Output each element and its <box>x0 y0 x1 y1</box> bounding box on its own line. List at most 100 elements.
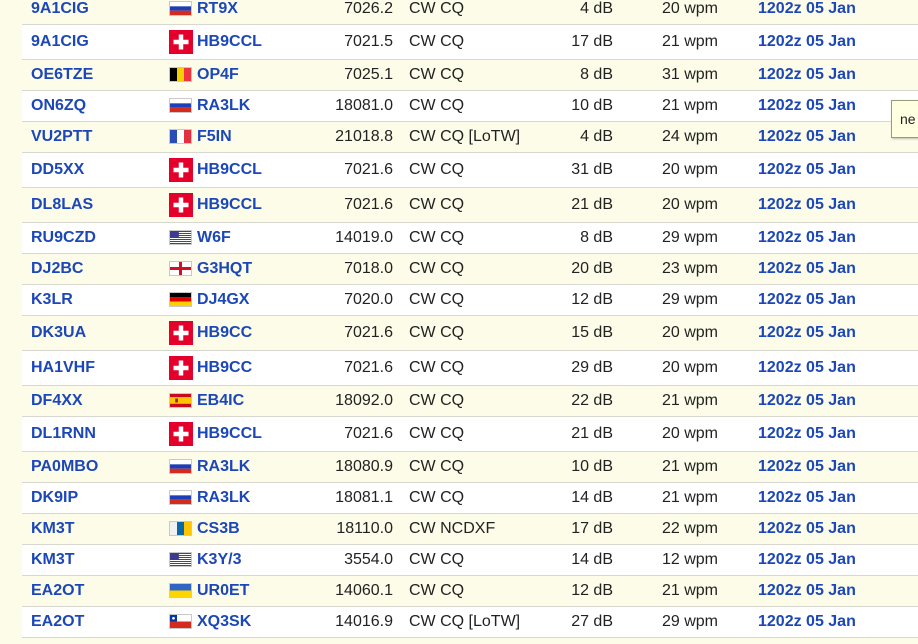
snr-cell: 4 dB <box>563 0 613 25</box>
time-link[interactable]: 1202z 05 Jan <box>758 551 856 568</box>
spotter-callsign-link[interactable]: KM3T <box>31 520 75 537</box>
usa-flag-icon <box>169 552 192 568</box>
speed-cell: 20 wpm <box>613 315 718 351</box>
time-link[interactable]: 1202z 05 Jan <box>758 613 856 630</box>
mode-cell: CW CQ <box>409 315 563 351</box>
switzerland-flag-icon <box>169 321 193 345</box>
flag-cell <box>169 90 197 122</box>
dx-callsign-link[interactable]: HB9CCL <box>197 161 262 178</box>
switzerland-flag-icon <box>169 158 193 182</box>
england-flag-icon <box>169 261 192 277</box>
snr-cell: 4 dB <box>563 121 613 153</box>
snr-cell: 29 dB <box>563 350 613 386</box>
speed-cell: 31 wpm <box>613 59 718 91</box>
switzerland-flag-icon <box>169 422 193 446</box>
dx-callsign-link[interactable]: RT9X <box>197 0 238 17</box>
spotter-callsign-link[interactable]: 9A1CIG <box>31 33 89 50</box>
flag-cell <box>169 253 197 285</box>
spotter-cell: DK3UA <box>22 315 169 351</box>
table-row: DL8LAS HB9CCL 7021.6 CW CQ 21 dB 20 wpm … <box>22 187 918 223</box>
table-row: EA2OT XQ3SK 14016.9 CW CQ [LoTW] 27 dB 2… <box>22 606 918 638</box>
spotter-callsign-link[interactable]: OE6TZE <box>31 66 93 83</box>
dx-callsign-link[interactable]: HB9CCL <box>197 425 262 442</box>
frequency-cell: 7026.2 <box>307 0 409 25</box>
table-row: EA2OT UR0ET 14060.1 CW CQ 12 dB 21 wpm 1… <box>22 575 918 607</box>
time-link[interactable]: 1202z 05 Jan <box>758 0 856 17</box>
spotter-callsign-link[interactable]: DK3UA <box>31 324 86 341</box>
spotter-callsign-link[interactable]: EA2OT <box>31 582 84 599</box>
time-link[interactable]: 1202z 05 Jan <box>758 489 856 506</box>
dx-callsign-link[interactable]: CS3B <box>197 520 240 537</box>
spotter-cell: PA0MBO <box>22 451 169 483</box>
time-link[interactable]: 1202z 05 Jan <box>758 229 856 246</box>
dx-callsign-link[interactable]: G3HQT <box>197 260 252 277</box>
dx-callsign-link[interactable]: DJ4GX <box>197 291 249 308</box>
time-link[interactable]: 1202z 05 Jan <box>758 425 856 442</box>
dx-callsign-link[interactable]: RA3LK <box>197 489 250 506</box>
time-link[interactable]: 1202z 05 Jan <box>758 324 856 341</box>
time-link[interactable]: 1202z 05 Jan <box>758 458 856 475</box>
spotter-cell: 9A1CIG <box>22 0 169 25</box>
tooltip: ne <box>891 100 918 138</box>
time-link[interactable]: 1202z 05 Jan <box>758 161 856 178</box>
spotter-callsign-link[interactable]: VU2PTT <box>31 128 92 145</box>
time-link[interactable]: 1202z 05 Jan <box>758 196 856 213</box>
speed-cell: 20 wpm <box>613 416 718 452</box>
spotter-callsign-link[interactable]: DJ2BC <box>31 260 83 277</box>
time-link[interactable]: 1202z 05 Jan <box>758 97 856 114</box>
dx-callsign-link[interactable]: XQ3SK <box>197 613 251 630</box>
dx-callsign-link[interactable]: W6F <box>197 229 231 246</box>
time-link[interactable]: 1202z 05 Jan <box>758 128 856 145</box>
dx-callsign-link[interactable]: RA3LK <box>197 458 250 475</box>
mode-cell: CW CQ <box>409 152 563 188</box>
spotter-callsign-link[interactable]: DF4XX <box>31 392 83 409</box>
spotter-callsign-link[interactable]: 9A1CIG <box>31 0 89 17</box>
mode-cell: CW CQ <box>409 24 563 60</box>
spotter-callsign-link[interactable]: PA0MBO <box>31 458 98 475</box>
dx-callsign-link[interactable]: UR0ET <box>197 582 249 599</box>
dx-cell: HB9CCL <box>197 187 307 223</box>
spotter-callsign-link[interactable]: K3LR <box>31 291 73 308</box>
spotter-callsign-link[interactable]: DD5XX <box>31 161 84 178</box>
dx-callsign-link[interactable]: K3Y/3 <box>197 551 241 568</box>
time-cell: 1202z 05 Jan <box>718 152 918 188</box>
time-link[interactable]: 1202z 05 Jan <box>758 66 856 83</box>
time-link[interactable]: 1202z 05 Jan <box>758 33 856 50</box>
dx-callsign-link[interactable]: RA3LK <box>197 97 250 114</box>
time-link[interactable]: 1202z 05 Jan <box>758 359 856 376</box>
dx-callsign-link[interactable]: F5IN <box>197 128 232 145</box>
dx-callsign-link[interactable]: OP4F <box>197 66 239 83</box>
spotter-callsign-link[interactable]: DL1RNN <box>31 425 96 442</box>
flag-cell <box>169 350 197 386</box>
spotter-cell: OE6TZE <box>22 59 169 91</box>
time-link[interactable]: 1202z 05 Jan <box>758 260 856 277</box>
spotter-callsign-link[interactable]: KM3T <box>31 551 75 568</box>
snr-cell: 8 dB <box>563 222 613 254</box>
dx-callsign-link[interactable]: HB9CC <box>197 359 252 376</box>
dx-callsign-link[interactable]: HB9CCL <box>197 33 262 50</box>
frequency-cell: 18081.0 <box>307 90 409 122</box>
dx-callsign-link[interactable]: EB4IC <box>197 392 244 409</box>
time-link[interactable]: 1202z 05 Jan <box>758 291 856 308</box>
mode-cell: CW CQ <box>409 544 563 576</box>
snr-cell: 14 dB <box>563 544 613 576</box>
table-row: DD5XX HB9CCL 7021.6 CW CQ 31 dB 20 wpm 1… <box>22 152 918 188</box>
flag-cell <box>169 315 197 351</box>
dx-callsign-link[interactable]: HB9CCL <box>197 196 262 213</box>
mode-cell: CW CQ <box>409 253 563 285</box>
spotter-callsign-link[interactable]: DL8LAS <box>31 196 93 213</box>
russia-flag-icon <box>169 98 192 114</box>
belgium-flag-icon <box>169 67 192 83</box>
spotter-callsign-link[interactable]: DK9IP <box>31 489 78 506</box>
dx-callsign-link[interactable]: HB9CC <box>197 324 252 341</box>
flag-cell <box>169 606 197 638</box>
time-link[interactable]: 1202z 05 Jan <box>758 392 856 409</box>
spot-page: 9A1CIG RT9X 7026.2 CW CQ 4 dB 20 wpm 120… <box>0 0 918 644</box>
spotter-callsign-link[interactable]: RU9CZD <box>31 229 96 246</box>
spotter-callsign-link[interactable]: EA2OT <box>31 613 84 630</box>
time-link[interactable]: 1202z 05 Jan <box>758 582 856 599</box>
spotter-callsign-link[interactable]: HA1VHF <box>31 359 95 376</box>
spotter-callsign-link[interactable]: ON6ZQ <box>31 97 86 114</box>
time-link[interactable]: 1202z 05 Jan <box>758 520 856 537</box>
speed-cell: 21 wpm <box>613 575 718 607</box>
